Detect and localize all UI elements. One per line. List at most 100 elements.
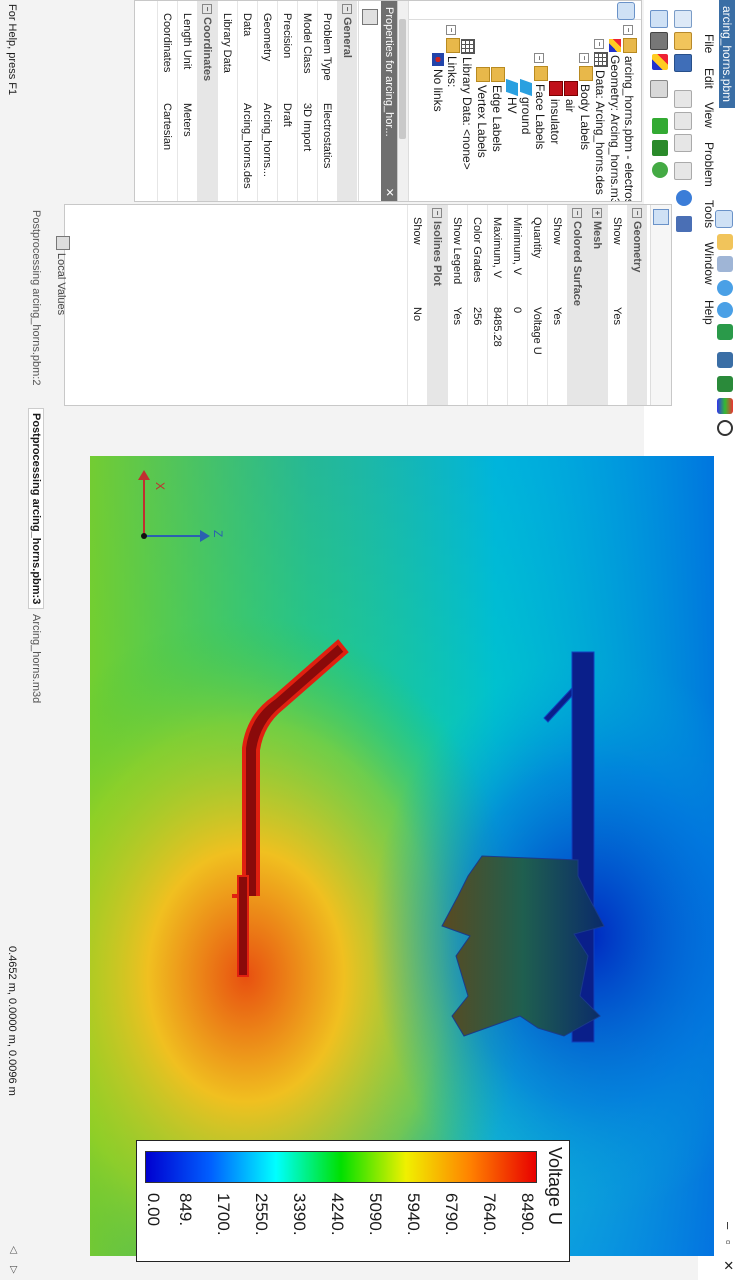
tree-body-insulator[interactable]: insulator	[548, 81, 563, 202]
view-window-icon[interactable]	[715, 210, 733, 228]
problem-tree-panel: −arcing_horns.pbm - electrost Geometry: …	[396, 0, 642, 202]
legend-color-bar	[145, 1151, 537, 1183]
menu-file[interactable]: File	[702, 34, 716, 53]
legend-tick: 7640.	[480, 1193, 499, 1236]
section-coordinates[interactable]: −Coordinates	[197, 1, 218, 201]
scroll-left-icon[interactable]: ◁	[8, 1246, 19, 1254]
view-props-toolbar	[650, 205, 671, 405]
tree-body-air[interactable]: air	[563, 81, 578, 202]
scrollbar-thumb[interactable]	[399, 19, 406, 139]
section-colored-surface[interactable]: −Colored Surface	[567, 205, 588, 405]
legend-tick: 5940.	[404, 1193, 423, 1236]
zoom-in-icon[interactable]	[717, 280, 733, 296]
new-icon[interactable]	[674, 10, 692, 28]
copy-icon[interactable]	[674, 112, 692, 130]
table-row[interactable]: Length Unit Meters	[177, 1, 198, 201]
tree-library[interactable]: Library Data: <none>	[460, 39, 475, 202]
tab-local-values[interactable]: Local Values	[50, 236, 70, 376]
close-button[interactable]: ✕	[720, 1260, 736, 1271]
table-row[interactable]: Problem Type Electrostatics	[317, 1, 338, 201]
cut-icon[interactable]	[674, 90, 692, 108]
table-row[interactable]: Show Yes	[607, 205, 628, 405]
table-row[interactable]: Maximum, V 8485.28	[487, 205, 508, 405]
tree-body-labels[interactable]: −Body Labels	[578, 53, 593, 202]
section-isolines[interactable]: −Isolines Plot	[427, 205, 448, 405]
tree-geometry[interactable]: Geometry: Arcing_horns.m3d	[608, 39, 622, 202]
rotate-icon[interactable]	[717, 376, 733, 392]
x-axis-label: X	[153, 482, 167, 490]
document-title: arcing_horns.pbm	[719, 0, 735, 109]
solver-icon[interactable]	[650, 80, 668, 98]
paste-icon[interactable]	[674, 134, 692, 152]
hand-icon[interactable]	[717, 234, 733, 250]
view-properties-panel: −Geometry Show Yes +Mesh −Colored Surface…	[64, 204, 672, 406]
table-row[interactable]: Data Arcing_horns.des	[237, 1, 258, 201]
section-geometry[interactable]: −Geometry	[627, 205, 647, 405]
legend-tick: 0.00	[144, 1193, 163, 1227]
view-props-icon[interactable]	[653, 209, 669, 225]
print-icon[interactable]	[674, 162, 692, 180]
application-window: arcing_horns.pbm – ▫ ✕ File Edit View Pr…	[0, 0, 738, 1280]
properties-title: Properties for arcing_hor...	[381, 1, 397, 201]
context-help-icon[interactable]	[676, 216, 692, 232]
tree-vertex-labels[interactable]: Vertex Labels	[475, 67, 490, 202]
table-row[interactable]: Precision Draft	[277, 1, 298, 201]
tree-view-icon[interactable]	[617, 2, 635, 20]
analyze-icon[interactable]	[652, 162, 668, 178]
tree-edge-labels[interactable]: Edge Labels	[490, 67, 505, 202]
table-row[interactable]: Quantity Voltage U	[527, 205, 548, 405]
target-icon[interactable]	[717, 420, 733, 436]
legend-tick: 5090.	[366, 1193, 385, 1236]
view-toolbar	[714, 206, 736, 446]
tree-face-hv[interactable]: HV	[505, 78, 519, 202]
table-row[interactable]: Show Yes	[547, 205, 568, 405]
scroll-right-icon[interactable]: ▷	[8, 1266, 19, 1274]
open-icon[interactable]	[674, 32, 692, 50]
tab-postprocessing-2[interactable]: Postprocessing arcing_horns.pbm:2	[30, 210, 42, 385]
table-row[interactable]: Minimum, V0	[507, 205, 528, 405]
document-tabs: Postprocessing arcing_horns.pbm:2 Postpr…	[24, 210, 46, 750]
problem-icon[interactable]	[650, 10, 668, 28]
menu-edit[interactable]: Edit	[702, 68, 716, 89]
zoom-out-icon[interactable]	[717, 302, 733, 318]
table-row[interactable]: Geometry Arcing_horns...	[257, 1, 278, 201]
restore-button[interactable]: ▫	[721, 1240, 736, 1245]
color-map-icon[interactable]	[717, 398, 733, 414]
model-icon[interactable]	[650, 32, 668, 50]
zoom-fit-icon[interactable]	[717, 324, 733, 340]
table-row[interactable]: Show No	[407, 205, 428, 405]
tree-toolbar	[397, 1, 641, 20]
legend-tick: 2550.	[252, 1193, 271, 1236]
minimize-button[interactable]: –	[721, 1222, 736, 1229]
legend-tick: 1700.	[214, 1193, 233, 1236]
results-icon[interactable]	[652, 140, 668, 156]
help-icon[interactable]	[676, 190, 692, 206]
field-plot[interactable]: Z X	[90, 456, 714, 1256]
table-row[interactable]: Color Grades 256	[467, 205, 488, 405]
table-row[interactable]: Show Legend Yes	[447, 205, 468, 405]
legend-tick: 4240.	[328, 1193, 347, 1236]
tree-root[interactable]: −arcing_horns.pbm - electrost	[622, 25, 637, 202]
tree-links[interactable]: −Links:	[445, 25, 460, 202]
tab-arcing-horns-m3d[interactable]: Arcing_horns.m3d	[30, 614, 42, 703]
section-general[interactable]: −General	[337, 1, 357, 201]
tab-postprocessing-3[interactable]: Postprocessing arcing_horns.pbm:3	[28, 408, 44, 610]
view-layout-icon[interactable]	[717, 352, 733, 368]
solve-icon[interactable]	[652, 118, 668, 134]
select-icon[interactable]	[717, 256, 733, 272]
categorized-icon[interactable]	[362, 9, 378, 25]
table-row[interactable]: Model Class 3D Import	[297, 1, 318, 201]
menu-view[interactable]: View	[702, 102, 716, 128]
properties-close-icon[interactable]: ✕	[383, 188, 396, 197]
tree-data[interactable]: −Data: Arcing_horns.des	[593, 39, 608, 202]
table-row[interactable]: Library Data	[217, 1, 238, 201]
save-icon[interactable]	[674, 54, 692, 72]
section-mesh[interactable]: +Mesh	[587, 205, 608, 405]
tree-face-ground[interactable]: ground	[519, 78, 533, 202]
status-help-text: For Help, press F1	[6, 4, 18, 96]
menu-problem[interactable]: Problem	[702, 142, 716, 187]
table-row[interactable]: Coordinates Cartesian	[157, 1, 178, 201]
data-icon[interactable]	[652, 54, 668, 70]
tree-face-labels[interactable]: −Face Labels	[533, 53, 548, 202]
legend-tick: 3390.	[290, 1193, 309, 1236]
